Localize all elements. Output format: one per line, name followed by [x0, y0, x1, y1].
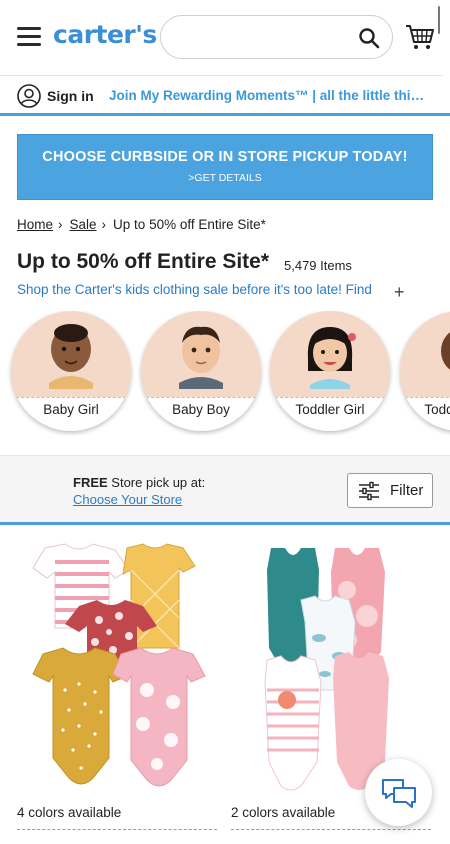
category-carousel: Baby Girl Baby Boy Toddler Girl Todd [0, 311, 450, 436]
cart-icon[interactable] [405, 23, 435, 51]
sliders-icon [359, 481, 379, 500]
category-label: Baby Girl [43, 402, 99, 417]
store-pickup-text: FREE Store pick up at: [73, 475, 206, 490]
product-card[interactable]: 4 colors available [17, 540, 217, 830]
category-baby-boy[interactable]: Baby Boy [141, 311, 261, 431]
category-label: Baby Boy [172, 402, 230, 417]
category-label: Toddler Girl [295, 402, 365, 417]
category-baby-girl[interactable]: Baby Girl [11, 311, 131, 431]
banner-title: CHOOSE CURBSIDE OR IN STORE PICKUP TODAY… [42, 149, 408, 165]
expand-plus-icon[interactable]: + [394, 283, 405, 301]
signin-label: Sign in [47, 88, 94, 104]
store-pickup-bar: FREE Store pick up at: Choose Your Store… [0, 455, 450, 525]
curbside-pickup-banner[interactable]: CHOOSE CURBSIDE OR IN STORE PICKUP TODAY… [17, 134, 433, 200]
search-box[interactable] [160, 15, 393, 59]
category-toddler-girl[interactable]: Toddler Girl [270, 311, 390, 431]
chat-button[interactable] [365, 759, 432, 826]
colors-available: 2 colors available [231, 805, 336, 820]
toddler-girl-photo [307, 327, 356, 389]
search-input[interactable] [175, 24, 355, 50]
page-title: Up to 50% off Entire Site* [17, 250, 270, 273]
signin-bar: Sign in Join My Rewarding Moments™ | all… [0, 76, 450, 116]
product-image-bodysuits-4pack [32, 543, 206, 787]
item-count: 5,479 Items [284, 258, 352, 273]
breadcrumb: Home › Sale › Up to 50% off Entire Site* [17, 217, 266, 232]
filter-label: Filter [390, 482, 424, 499]
breadcrumb-separator: › [58, 217, 63, 232]
filter-button[interactable]: Filter [347, 473, 433, 508]
baby-boy-photo [179, 326, 223, 389]
colors-available: 4 colors available [17, 805, 122, 820]
breadcrumb-home[interactable]: Home [17, 217, 53, 232]
banner-details-link[interactable]: >GET DETAILS [18, 172, 432, 184]
breadcrumb-sale[interactable]: Sale [70, 217, 97, 232]
page-description: Shop the Carter's kids clothing sale bef… [17, 282, 372, 297]
search-icon[interactable] [358, 27, 380, 49]
rewards-promo-link[interactable]: Join My Rewarding Moments™ | all the lit… [109, 88, 429, 103]
chat-icon [382, 779, 416, 808]
toddler-boy-photo [441, 332, 450, 370]
signin-button[interactable]: Sign in [17, 84, 94, 108]
choose-store-link[interactable]: Choose Your Store [73, 492, 182, 507]
baby-girl-photo [49, 324, 93, 389]
breadcrumb-current: Up to 50% off Entire Site* [113, 217, 266, 232]
category-label: Toddler Boy [424, 402, 450, 417]
logo[interactable]: carter's [53, 20, 157, 49]
menu-icon[interactable] [17, 27, 41, 46]
category-toddler-boy[interactable]: Toddler Boy [400, 311, 450, 431]
user-icon [17, 84, 41, 108]
breadcrumb-separator: › [101, 217, 107, 232]
scrollbar[interactable] [436, 0, 442, 36]
header: carter's [0, 0, 443, 76]
